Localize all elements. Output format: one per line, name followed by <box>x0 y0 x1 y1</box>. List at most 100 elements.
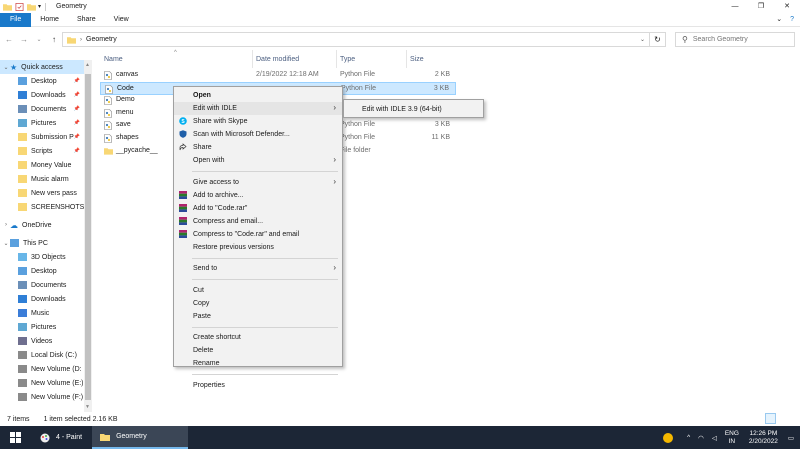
address-bar[interactable]: › Geometry ⌄ <box>62 32 650 47</box>
column-header-type[interactable]: Type <box>340 56 355 63</box>
tab-file[interactable]: File <box>0 12 32 27</box>
menu-item-share-with-skype[interactable]: S Share with Skype <box>174 115 342 128</box>
sidebar-item-money-value[interactable]: Money Value <box>0 158 92 172</box>
sidebar-item-videos[interactable]: Videos <box>0 334 92 348</box>
breadcrumb-separator-icon: › <box>80 36 82 43</box>
menu-item-compress-to-code-rar-and-email[interactable]: Compress to "Code.rar" and email <box>174 228 342 241</box>
back-button[interactable]: ← <box>3 35 15 44</box>
scroll-down-icon[interactable]: ▼ <box>85 404 90 410</box>
menu-item-rename[interactable]: Rename <box>174 357 342 370</box>
sidebar-item-3d-objects[interactable]: 3D Objects <box>0 250 92 264</box>
menu-item-edit-with-idle-39[interactable]: Edit with IDLE 3.9 (64-bit) <box>344 103 483 116</box>
sidebar-item-pictures[interactable]: Pictures 📌 <box>0 116 92 130</box>
search-input[interactable] <box>692 36 783 43</box>
sidebar-item-submission-p[interactable]: Submission P 📌 <box>0 130 92 144</box>
menu-item-label: Edit with IDLE <box>193 105 237 112</box>
menu-item-compress-and-email[interactable]: Compress and email... <box>174 215 342 228</box>
sidebar-item-screenshots[interactable]: SCREENSHOTS <box>0 200 92 214</box>
column-header-date[interactable]: Date modified <box>256 56 299 63</box>
menu-item-add-to-code-rar[interactable]: Add to "Code.rar" <box>174 202 342 215</box>
notifications-icon[interactable]: ▭ <box>788 434 794 442</box>
column-header-size[interactable]: Size <box>410 56 424 63</box>
large-icons-view-icon[interactable] <box>785 413 796 424</box>
scroll-up-icon[interactable]: ▲ <box>85 62 90 68</box>
chevron-down-icon[interactable]: ⌄ <box>776 13 782 27</box>
menu-item-restore-previous-versions[interactable]: Restore previous versions <box>174 241 342 254</box>
file-name: __pycache__ <box>116 146 158 154</box>
sidebar-item-desktop[interactable]: Desktop <box>0 264 92 278</box>
sidebar-item-scripts[interactable]: Scripts 📌 <box>0 144 92 158</box>
menu-item-properties[interactable]: Properties <box>174 379 342 392</box>
menu-item-share[interactable]: Share <box>174 141 342 154</box>
tab-share[interactable]: Share <box>68 13 105 27</box>
menu-item-open[interactable]: Open <box>174 89 342 102</box>
tab-home[interactable]: Home <box>31 13 68 27</box>
menu-item-scan-with-microsoft-defender[interactable]: Scan with Microsoft Defender... <box>174 128 342 141</box>
volume-icon[interactable]: ◁ <box>712 434 717 442</box>
menu-item-give-access-to[interactable]: Give access to › <box>174 176 342 189</box>
sidebar-item-new-vers-pass[interactable]: New vers pass <box>0 186 92 200</box>
sidebar-item-desktop[interactable]: Desktop 📌 <box>0 74 92 88</box>
sidebar-item-pictures[interactable]: Pictures <box>0 320 92 334</box>
chevron-down-icon[interactable]: ⌄ <box>2 64 10 71</box>
sidebar-item-downloads[interactable]: Downloads 📌 <box>0 88 92 102</box>
customize-qa-icon[interactable]: ▾ <box>38 3 41 10</box>
tab-view[interactable]: View <box>105 13 138 27</box>
weather-icon[interactable] <box>663 432 674 443</box>
sidebar-item-music[interactable]: Music <box>0 306 92 320</box>
chevron-right-icon[interactable]: › <box>2 222 10 228</box>
taskbar-item-paint[interactable]: 4 - Paint <box>32 426 90 449</box>
minimize-button[interactable]: — <box>722 0 748 13</box>
sidebar-item-this-pc[interactable]: ⌄ This PC <box>0 236 92 250</box>
sidebar-item-downloads[interactable]: Downloads <box>0 292 92 306</box>
properties-icon[interactable] <box>15 2 24 11</box>
menu-item-paste[interactable]: Paste <box>174 310 342 323</box>
start-button[interactable] <box>0 426 30 449</box>
details-view-icon[interactable] <box>765 413 776 424</box>
3d-objects-icon <box>18 253 27 261</box>
recent-locations-icon[interactable]: ⌄ <box>33 36 45 43</box>
language-indicator[interactable]: ENG IN <box>725 430 739 446</box>
breadcrumb[interactable]: Geometry <box>86 36 117 43</box>
forward-button[interactable]: → <box>18 35 30 44</box>
search-box[interactable]: ⚲ <box>675 32 795 47</box>
scrollbar-thumb[interactable] <box>85 74 91 400</box>
up-button[interactable]: ↑ <box>48 35 60 44</box>
menu-item-create-shortcut[interactable]: Create shortcut <box>174 331 342 344</box>
maximize-button[interactable]: ❐ <box>748 0 774 13</box>
menu-item-open-with[interactable]: Open with › <box>174 154 342 167</box>
sidebar-item-onedrive[interactable]: › ☁ OneDrive <box>0 218 92 232</box>
sidebar-item-local-disk-c[interactable]: Local Disk (C:) <box>0 348 92 362</box>
sidebar-item-music-alarm[interactable]: Music alarm <box>0 172 92 186</box>
menu-item-delete[interactable]: Delete <box>174 344 342 357</box>
menu-item-cut[interactable]: Cut <box>174 284 342 297</box>
sidebar-item-documents[interactable]: Documents <box>0 278 92 292</box>
sidebar-item-documents[interactable]: Documents 📌 <box>0 102 92 116</box>
computer-icon <box>10 239 19 247</box>
sidebar-item-new-volume-f[interactable]: New Volume (F:) <box>0 390 92 404</box>
sidebar-item-new-volume-d[interactable]: New Volume (D: <box>0 362 92 376</box>
show-hidden-icons-icon[interactable]: ^ <box>687 434 690 441</box>
taskbar-item-geometry[interactable]: Geometry <box>92 426 189 449</box>
help-icon[interactable]: ? <box>790 13 794 27</box>
clock[interactable]: 12:26 PM 2/20/2022 <box>749 430 778 446</box>
address-dropdown-icon[interactable]: ⌄ <box>640 36 645 43</box>
column-header-name[interactable]: Name <box>104 56 123 63</box>
sidebar-item-quick-access[interactable]: ⌄ ★ Quick access <box>0 60 92 74</box>
menu-item-add-to-archive[interactable]: Add to archive... <box>174 189 342 202</box>
wifi-icon[interactable]: ◠ <box>698 434 704 442</box>
new-folder-icon[interactable] <box>27 3 36 11</box>
menu-item-copy[interactable]: Copy <box>174 297 342 310</box>
python-file-icon <box>105 84 113 94</box>
menu-item-edit-with-idle[interactable]: Edit with IDLE › <box>174 102 342 115</box>
close-button[interactable]: ✕ <box>774 0 800 13</box>
nav-scrollbar[interactable]: ▲ ▼ <box>84 60 92 412</box>
chevron-down-icon[interactable]: ⌄ <box>2 240 10 247</box>
refresh-button[interactable]: ↻ <box>650 32 666 47</box>
file-row-canvas[interactable]: canvas 2/19/2022 12:18 AM Python File 2 KB <box>100 69 456 82</box>
sidebar-item-new-volume-e[interactable]: New Volume (E:) <box>0 376 92 390</box>
sidebar-item-label: New Volume (E:) <box>31 379 84 387</box>
menu-item-send-to[interactable]: Send to › <box>174 262 342 275</box>
sidebar-item-label: Local Disk (C:) <box>31 351 77 359</box>
pin-icon: 📌 <box>73 134 80 140</box>
